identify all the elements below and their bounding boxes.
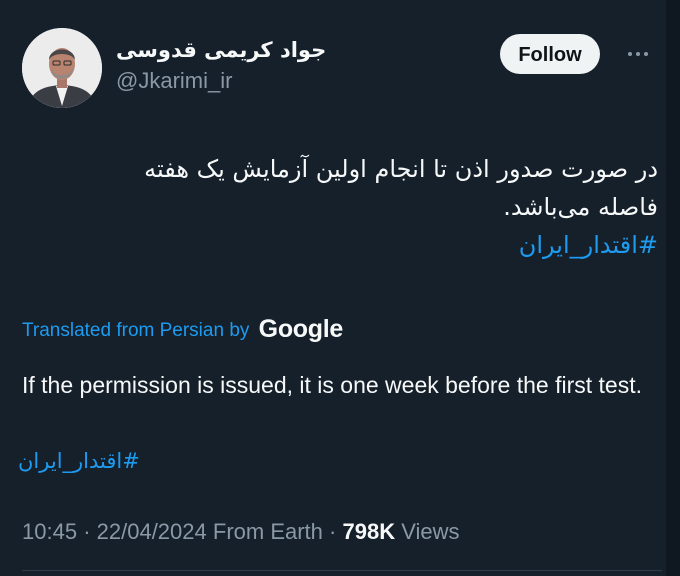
translation-label[interactable]: Translated from Persian by: [22, 320, 249, 341]
avatar[interactable]: [22, 28, 102, 108]
tweet-text-line: در صورت صدور اذن تا انجام اولین آزمایش ی…: [144, 155, 658, 183]
views-count: 798K: [342, 519, 396, 544]
tweet-time[interactable]: 10:45: [22, 519, 77, 544]
translation-attribution: Translated from Persian by Google: [22, 312, 343, 346]
translated-hashtag-link[interactable]: #اقتدار_ایران: [18, 446, 140, 476]
views-label: Views: [401, 519, 460, 544]
author-handle[interactable]: @Jkarimi_ir: [116, 66, 326, 96]
translated-text: If the permission is issued, it is one w…: [22, 372, 643, 398]
google-logo: Google: [258, 315, 344, 343]
tweet-metadata: 10:45 · 22/04/2024 From Earth · 798K Vie…: [22, 514, 460, 550]
user-portrait-icon: [22, 28, 102, 108]
follow-button[interactable]: Follow: [500, 34, 600, 74]
tweet-hashtag-link[interactable]: #اقتدار_ایران: [519, 231, 658, 259]
page-edge: [666, 0, 680, 576]
tweet-location: From Earth: [212, 519, 323, 544]
author-block: جواد کریمی قدوسی @Jkarimi_ir: [116, 36, 326, 96]
tweet-header: جواد کریمی قدوسی @Jkarimi_ir Follow: [22, 28, 662, 112]
separator-dot: ·: [329, 519, 343, 544]
separator-dot: ·: [83, 519, 97, 544]
divider: [22, 570, 662, 571]
tweet-card: جواد کریمی قدوسی @Jkarimi_ir Follow در ص…: [0, 0, 680, 576]
more-options-icon[interactable]: [628, 42, 652, 66]
tweet-date[interactable]: 22/04/2024: [97, 519, 207, 544]
tweet-text-line: فاصله می‌باشد.: [503, 193, 658, 221]
tweet-text: در صورت صدور اذن تا انجام اولین آزمایش ی…: [58, 150, 658, 264]
author-display-name[interactable]: جواد کریمی قدوسی: [116, 36, 326, 64]
